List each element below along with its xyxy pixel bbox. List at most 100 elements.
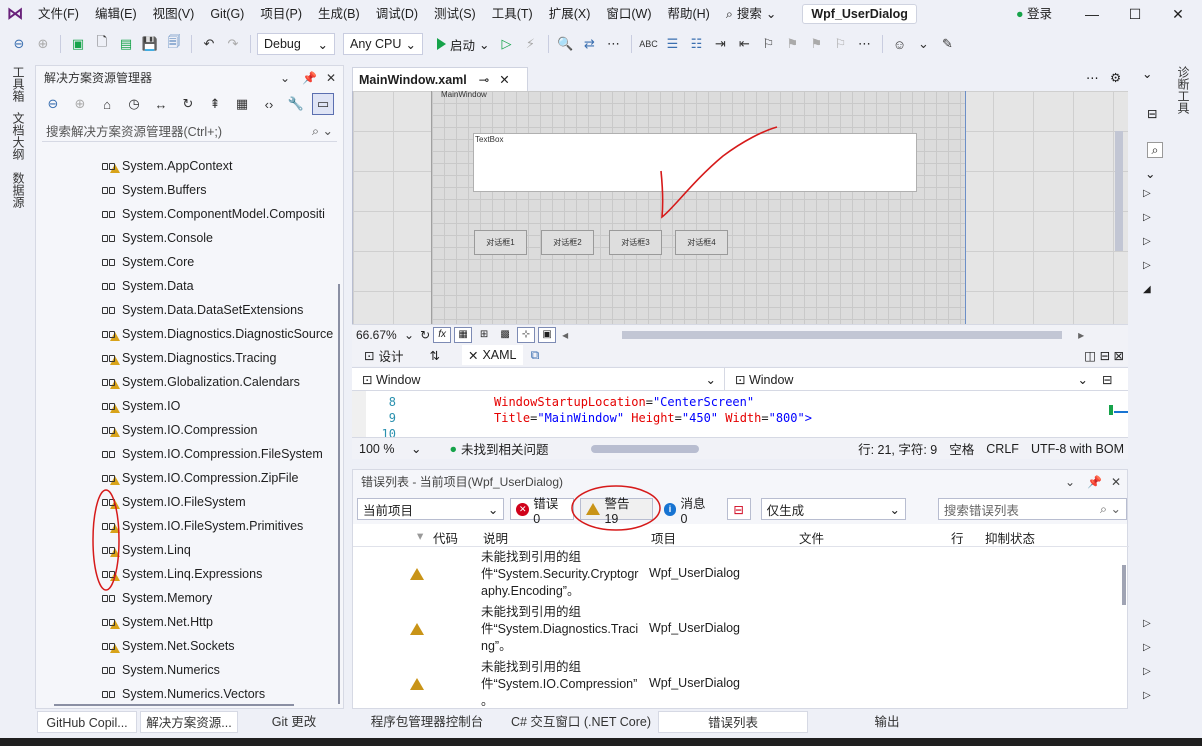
scope-dropdown[interactable]: 当前项目 ⌄ [357,498,505,520]
start-without-debug-icon[interactable]: ▷ [496,33,518,55]
expand-icon[interactable]: ▷ [1143,212,1151,223]
start-button[interactable]: 启动 ⌄ [433,35,494,54]
tree-item[interactable]: System.AppContext [102,154,232,178]
forward-icon[interactable]: ⊕ [69,93,91,115]
window-preview[interactable] [431,91,966,324]
sync-icon[interactable]: ↔ [150,93,172,115]
element-dropdown-left[interactable]: ⊡ Window ⌄ [352,368,724,390]
tree-scrollbar[interactable] [338,284,340,704]
dialog-button-2[interactable]: 对话框2 [541,230,594,255]
expand-icon[interactable]: ▷ [1143,666,1151,677]
xaml-code-editor[interactable]: 8 WindowStartupLocation="CenterScreen" 9… [352,391,1128,437]
editor-zoom[interactable]: 100 % [359,442,411,456]
clear-bookmarks-icon[interactable]: ⚐ [830,33,852,55]
tree-item[interactable]: System.IO.FileSystem.Primitives [102,514,303,538]
forward-icon[interactable]: ⊕ [32,33,54,55]
line-ending[interactable]: CRLF [986,442,1019,456]
col-project[interactable]: 项目 [651,528,676,547]
platform-dropdown[interactable]: Any CPU ⌄ [343,33,423,55]
diagnostic-tools-tab[interactable]: 诊断工具 [1175,66,1192,114]
expand-icon[interactable]: ▷ [1143,642,1151,653]
artboard-icon[interactable]: ▩ [496,327,514,343]
uncomment-icon[interactable]: ☷ [686,33,708,55]
tree-item[interactable]: System.IO.Compression.ZipFile [102,466,298,490]
tree-item[interactable]: System.Numerics [102,658,220,682]
tab-design[interactable]: 设计 [378,346,403,365]
back-icon[interactable]: ⊖ [42,93,64,115]
tree-item[interactable]: System.Net.Http [102,610,213,634]
pin-icon[interactable]: 📌 [302,66,317,90]
preview-icon[interactable]: ▭ [312,93,334,115]
menu-tools[interactable]: 工具(T) [484,0,541,28]
home-icon[interactable]: ⌂ [96,93,118,115]
maximize-button[interactable]: ☐ [1113,0,1157,28]
device-icon[interactable]: ▣ [538,326,557,343]
error-row[interactable]: 未能找到引用的组 件“System.Diagnostics.Traci ng”。 Wp… [353,603,1129,658]
swap-panes-icon[interactable]: ⇅ [430,348,440,363]
close-icon[interactable]: ✕ [326,66,336,90]
spell-check-icon[interactable]: ABC [638,33,660,55]
chevron-down-icon[interactable]: ⌄ [1065,470,1075,494]
chevron-down-icon[interactable]: ⌄ [1145,166,1155,181]
toolbox-tab[interactable]: 工具箱 [10,66,27,102]
login-button[interactable]: ● 登录 [1016,0,1052,28]
outdent-icon[interactable]: ⇤ [734,33,756,55]
collapse-icon[interactable]: ◢ [1143,284,1151,295]
tab-error-list[interactable]: 错误列表 [658,711,808,733]
tree-item[interactable]: System.Data.DataSetExtensions [102,298,303,322]
tree-item[interactable]: System.IO.FileSystem [102,490,246,514]
live-share-icon[interactable]: ⇄ [579,33,601,55]
col-suppression[interactable]: 抑制状态 [985,528,1035,547]
menu-build[interactable]: 生成(B) [310,0,368,28]
tree-item[interactable]: System.Linq [102,538,191,562]
chevron-down-icon[interactable]: ⌄ [404,328,414,342]
dialog-button-1[interactable]: 对话框1 [474,230,527,255]
bookmark-icon[interactable]: ⚐ [758,33,780,55]
save-all-icon[interactable]: 🗐 [163,33,185,55]
document-outline-tab[interactable]: 文档大纲 [10,112,27,160]
menu-edit[interactable]: 编辑(E) [87,0,145,28]
history-icon[interactable]: ◷ [123,93,145,115]
tree-item[interactable]: System.Console [102,226,213,250]
feedback-icon[interactable]: ✎ [937,33,959,55]
scroll-left-icon[interactable]: ◂ [562,328,568,342]
tree-item[interactable]: System.Diagnostics.DiagnosticSource [102,322,333,346]
back-icon[interactable]: ⊖ [8,33,30,55]
error-list-scrollbar[interactable] [1122,565,1126,605]
tab-csharp-interactive[interactable]: C# 交互窗口 (.NET Core) [504,711,658,733]
effects-icon[interactable]: fx [433,326,452,343]
chevron-down-icon[interactable]: ⌄ [411,441,421,456]
horizontal-scrollbar[interactable] [622,330,1063,339]
tab-output[interactable]: 输出 [812,711,962,733]
split-vertical-icon[interactable]: ◫ ⊟ ⊠ [1084,348,1124,363]
add-item-icon[interactable]: ▤ [115,33,137,55]
design-surface[interactable]: MainWindow TextBox 对话框1 对话框2 对话框3 对话框4 [352,91,1128,324]
menu-view[interactable]: 视图(V) [145,0,203,28]
vs-logo-icon[interactable]: ⋈ [0,0,30,28]
menu-project[interactable]: 项目(P) [252,0,310,28]
close-window-button[interactable]: ✕ [1156,0,1200,28]
menu-extensions[interactable]: 扩展(X) [541,0,599,28]
code-icon[interactable]: ‹› [258,93,280,115]
build-filter-dropdown[interactable]: 仅生成 ⌄ [760,498,906,520]
col-file[interactable]: 文件 [799,528,824,547]
tree-item[interactable]: System.Globalization.Calendars [102,370,300,394]
chevron-down-icon[interactable]: ⌄ [913,33,935,55]
refresh-icon[interactable]: ↻ [177,93,199,115]
tree-item[interactable]: System.Data [102,274,194,298]
menu-help[interactable]: 帮助(H) [659,0,717,28]
redo-icon[interactable]: ↷ [222,33,244,55]
hot-reload-icon[interactable]: ⚡ [520,33,542,55]
tree-item[interactable]: System.IO.Compression.FileSystem [102,442,323,466]
tree-item[interactable]: System.Net.Sockets [102,634,235,658]
popout-icon[interactable]: ⧉ [531,348,540,363]
tab-solution-explorer[interactable]: 解决方案资源... [140,711,238,733]
warnings-filter-button[interactable]: 警告 19 [580,497,653,526]
vertical-scrollbar[interactable] [1115,131,1123,251]
tab-package-manager[interactable]: 程序包管理器控制台 [362,711,492,733]
new-project-icon[interactable]: ▣ [67,33,89,55]
more-icon[interactable]: ⋯ [603,33,625,55]
error-row[interactable]: 未能找到引用的组 件“System.Security.Cryptogr aphy.E… [353,548,1129,603]
show-all-files-icon[interactable]: ▦ [231,93,253,115]
error-search-input[interactable]: 搜索错误列表 ⌕ ⌄ [937,498,1127,520]
